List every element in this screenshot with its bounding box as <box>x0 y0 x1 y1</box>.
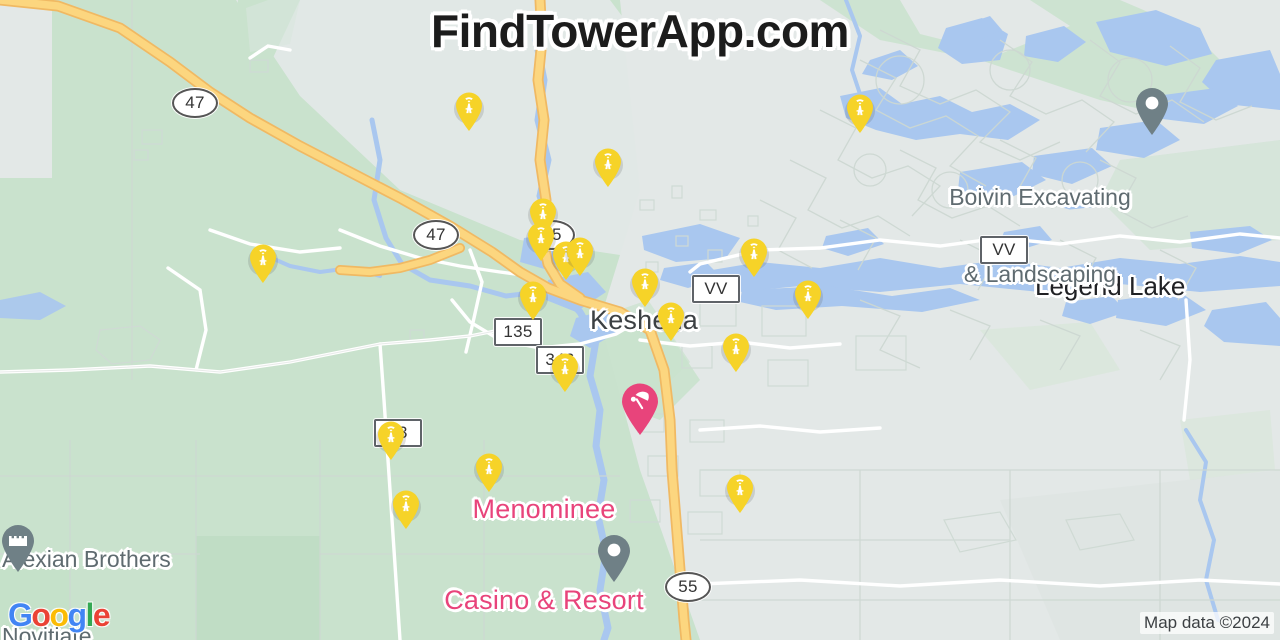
tower-marker-2[interactable] <box>591 145 625 189</box>
tower-marker-15[interactable] <box>548 350 582 394</box>
poi-marker-alexian[interactable] <box>0 522 38 574</box>
tower-marker-19[interactable] <box>723 471 757 515</box>
tower-marker-3[interactable] <box>843 91 877 135</box>
google-logo-letter: g <box>67 597 87 633</box>
google-logo-letter: o <box>49 597 69 633</box>
map-canvas[interactable]: FindTowerApp.com Keshena Legend Lake Boi… <box>0 0 1280 640</box>
google-logo-letter: G <box>8 597 33 633</box>
tower-marker-12[interactable] <box>791 277 825 321</box>
shield-55-south: 55 <box>665 572 711 602</box>
tower-marker-18[interactable] <box>389 487 423 531</box>
poi-marker-precision[interactable] <box>594 532 634 584</box>
tower-marker-1[interactable] <box>452 89 486 133</box>
tower-marker-8[interactable] <box>563 234 597 278</box>
shield-vv-west: VV <box>692 275 740 303</box>
google-logo-letter: o <box>31 597 51 633</box>
tower-marker-16[interactable] <box>374 418 408 462</box>
google-logo[interactable]: Google <box>8 597 111 634</box>
tower-marker-14[interactable] <box>719 330 753 374</box>
poi-marker-casino[interactable] <box>618 381 662 437</box>
tower-marker-13[interactable] <box>654 299 688 343</box>
google-logo-letter: l <box>85 597 95 633</box>
shield-vv-east: VV <box>980 236 1028 264</box>
tower-marker-9[interactable] <box>737 235 771 279</box>
tower-marker-10[interactable] <box>516 278 550 322</box>
shield-135: 135 <box>494 318 542 346</box>
tower-marker-6[interactable] <box>246 241 280 285</box>
tower-marker-17[interactable] <box>472 450 506 494</box>
google-logo-letter: e <box>92 597 111 633</box>
shield-47-keshena: 47 <box>413 220 459 250</box>
shield-47-north: 47 <box>172 88 218 118</box>
map-attribution: Map data ©2024 <box>1140 612 1274 634</box>
poi-marker-boivin[interactable] <box>1132 85 1172 137</box>
